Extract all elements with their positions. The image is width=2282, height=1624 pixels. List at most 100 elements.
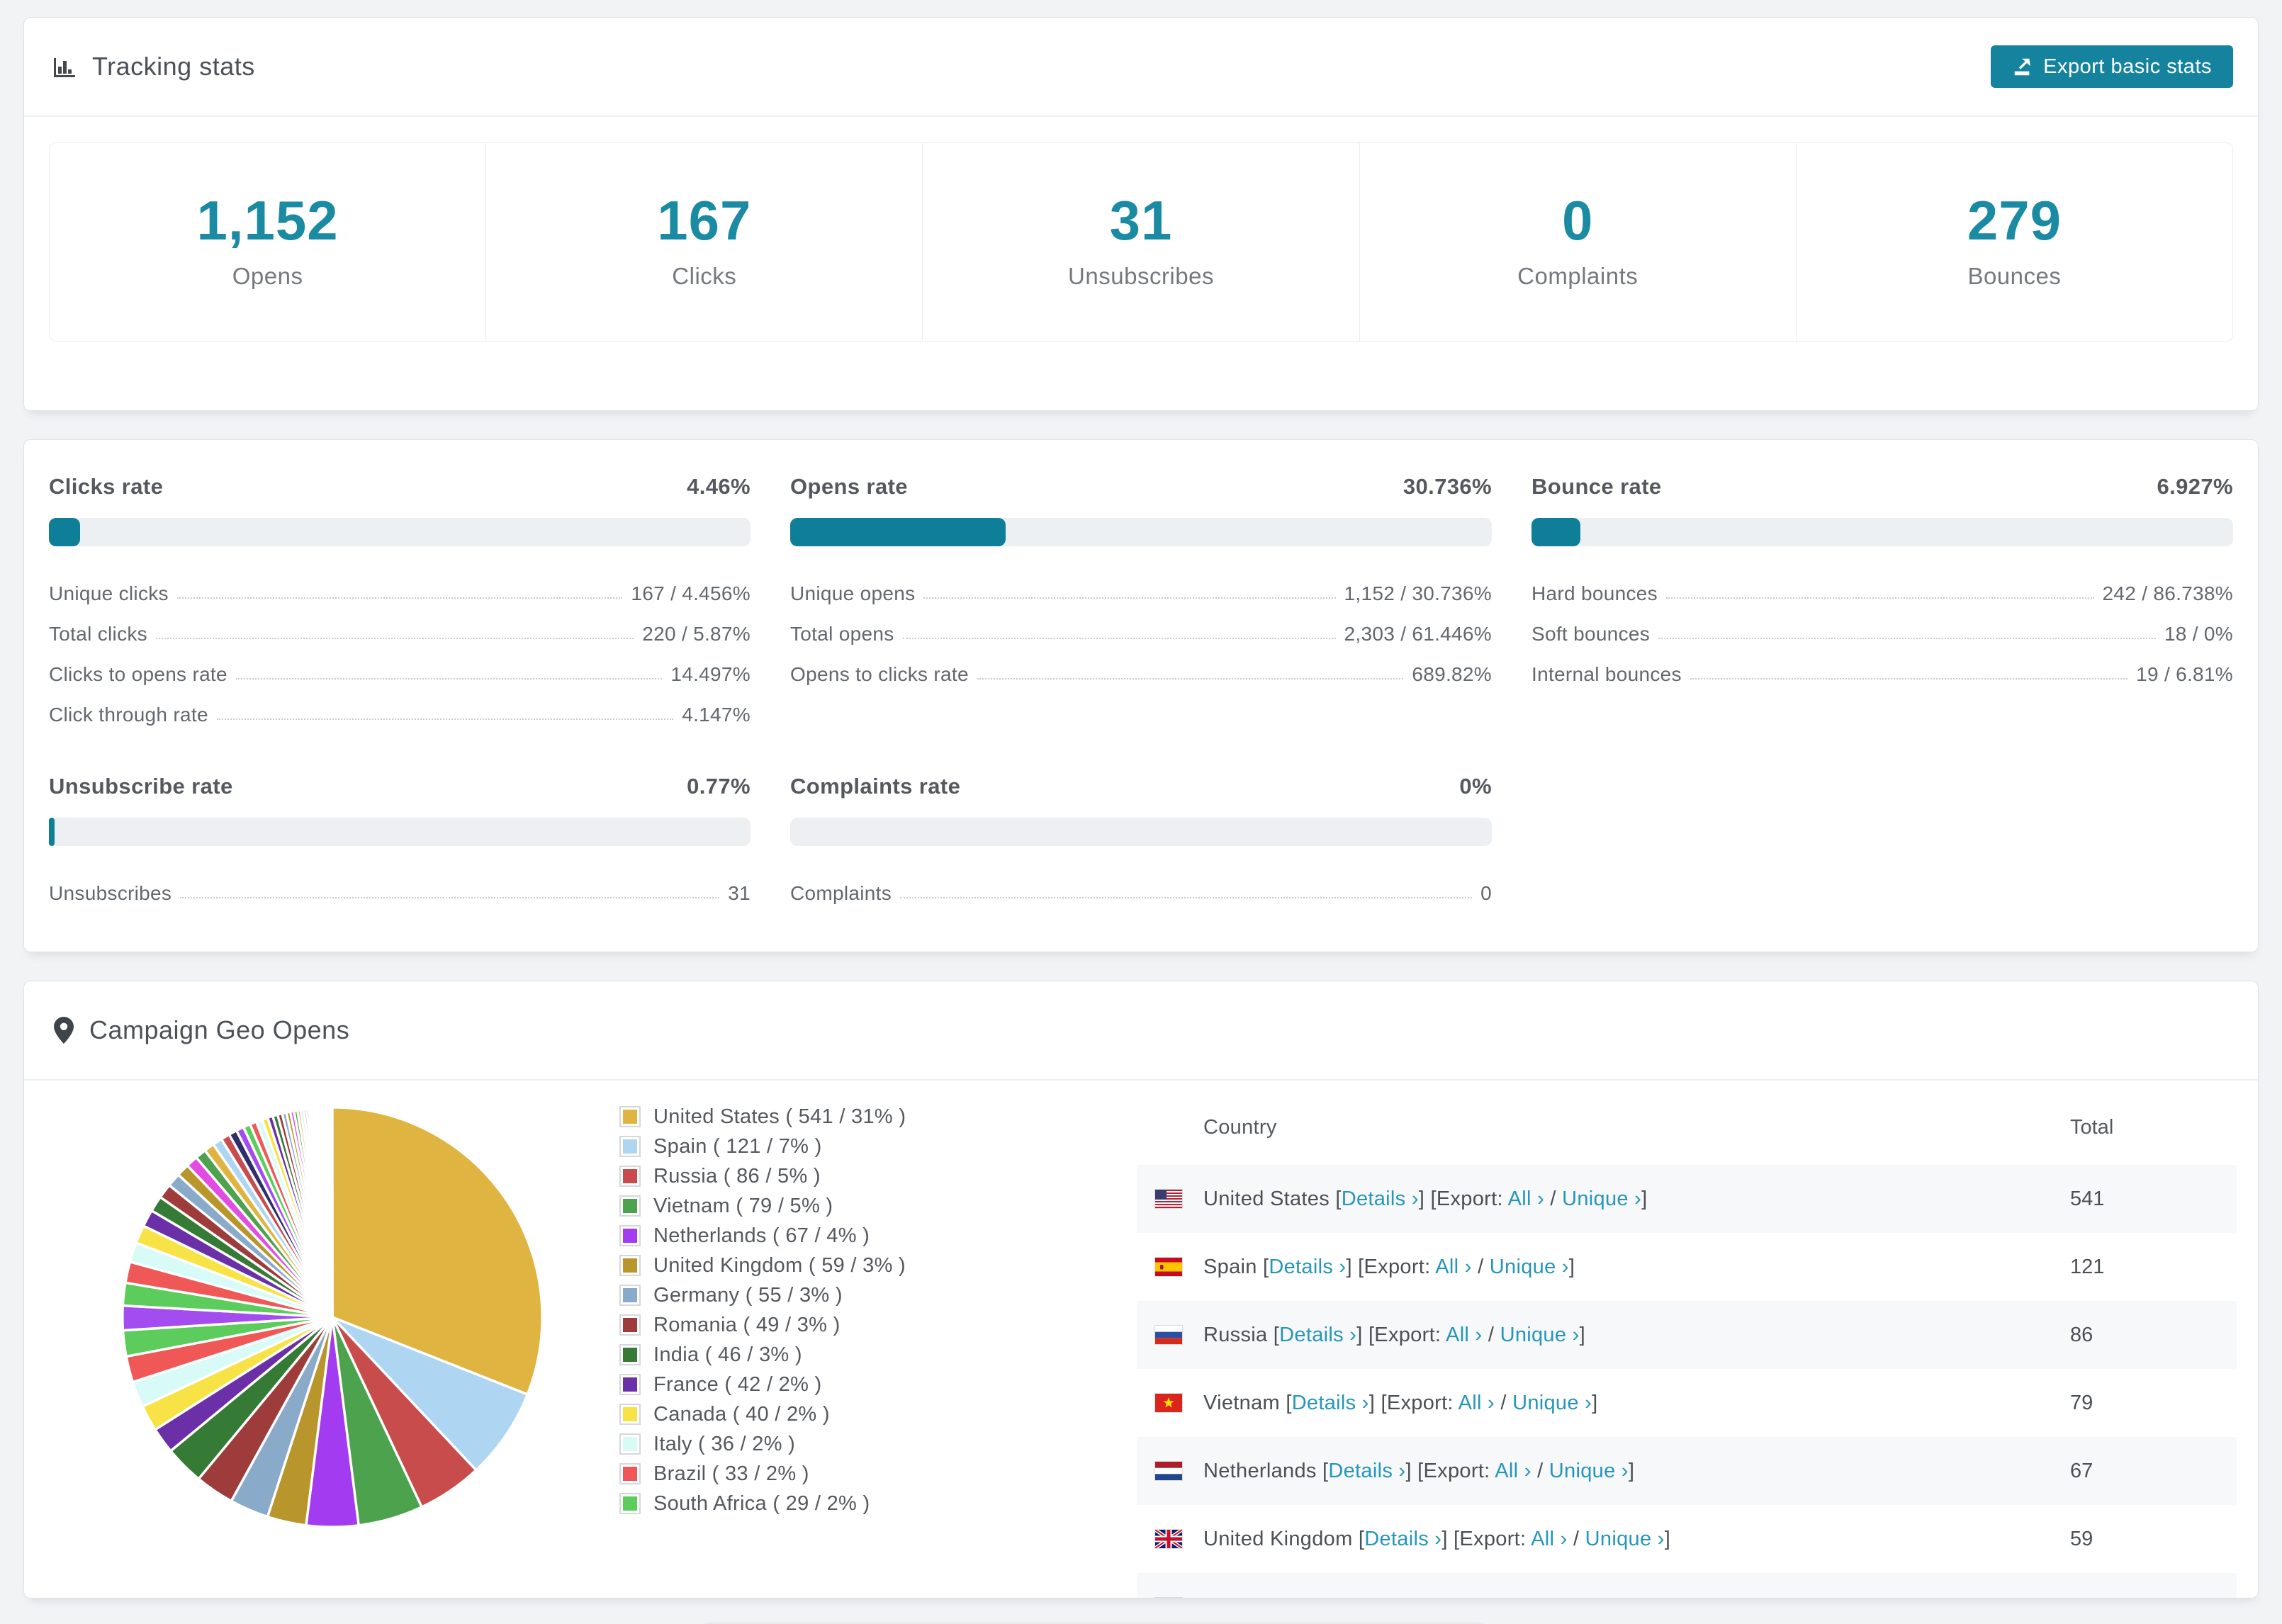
export-all-link-netherlands[interactable]: All › [1495, 1460, 1531, 1482]
legend-item-india: India ( 46 / 3% ) [619, 1340, 1137, 1370]
rate-rows-complaints-rate: Complaints 0 [790, 873, 1492, 913]
legend-label: Vietnam ( 79 / 5% ) [653, 1194, 833, 1217]
rate-progressbar-clicks-rate [49, 518, 751, 546]
rate-progress-fill [790, 518, 1006, 546]
rate-value: 0.77% [687, 774, 751, 799]
country-cell: Vietnam [Details ›] [Export: All › / Uni… [1203, 1391, 1598, 1414]
geo-country-table: Country Total United States [Details ›] … [1137, 1090, 2237, 1598]
total-cell: 86 [2070, 1323, 2093, 1346]
rate-row-value: 1,152 / 30.736% [1344, 582, 1492, 604]
export-button-label: Export basic stats [2043, 55, 2212, 78]
rate-row-value: 220 / 5.87% [642, 622, 751, 645]
legend-label: Canada ( 40 / 2% ) [653, 1402, 830, 1426]
geo-opens-pie-chart [121, 1106, 544, 1528]
export-all-link-russia[interactable]: All › [1446, 1324, 1482, 1346]
stat-box-clicks: 167 Clicks [485, 143, 922, 341]
export-all-link-united-kingdom[interactable]: All › [1531, 1528, 1567, 1550]
rate-row-value: 689.82% [1412, 662, 1492, 685]
rate-row-value: 0 [1480, 881, 1492, 904]
export-unique-link-russia[interactable]: Unique › [1500, 1324, 1580, 1346]
rate-row-label: Unsubscribes [49, 881, 172, 904]
stat-label-complaints: Complaints [1517, 263, 1639, 289]
table-row-united-states: United States [Details ›] [Export: All ›… [1137, 1165, 2237, 1233]
export-all-link-united-states[interactable]: All › [1508, 1188, 1544, 1210]
flag-ru-icon [1155, 1326, 1182, 1344]
dotted-leader [176, 597, 623, 599]
total-cell: 79 [2070, 1391, 2093, 1414]
legend-item-netherlands: Netherlands ( 67 / 4% ) [619, 1221, 1137, 1251]
rate-row-label: Internal bounces [1531, 662, 1682, 685]
rate-row-unique-clicks: Unique clicks 167 / 4.456% [49, 573, 751, 614]
flag-us-icon [1155, 1190, 1182, 1208]
total-cell: 121 [2070, 1255, 2105, 1278]
rate-rows-bounce-rate: Hard bounces 242 / 86.738% Soft bounces 18 … [1531, 573, 2233, 694]
legend-item-italy: Italy ( 36 / 2% ) [619, 1429, 1137, 1459]
rate-block-unsubscribe-rate: Unsubscribe rate 0.77% Unsubscribes 31 [49, 774, 751, 913]
tracking-stats-title-text: Tracking stats [92, 52, 255, 81]
details-link-russia[interactable]: Details › [1279, 1324, 1356, 1346]
details-link-united-states[interactable]: Details › [1342, 1188, 1419, 1210]
rate-block-bounce-rate: Bounce rate 6.927% Hard bounces 242 / 86.73… [1531, 474, 2233, 735]
rate-row-value: 167 / 4.456% [631, 582, 751, 604]
stat-label-opens: Opens [232, 263, 303, 289]
stat-label-clicks: Clicks [672, 263, 737, 289]
dotted-leader [902, 637, 1336, 639]
rate-row-value: 19 / 6.81% [2136, 662, 2233, 685]
dotted-leader [977, 677, 1404, 680]
export-basic-stats-button[interactable]: Export basic stats [1991, 45, 2233, 88]
export-unique-link-united-states[interactable]: Unique › [1562, 1188, 1641, 1210]
dotted-leader [155, 637, 634, 639]
details-link-netherlands[interactable]: Details › [1328, 1460, 1405, 1482]
total-cell: 541 [2070, 1187, 2105, 1210]
table-row-spain: Spain [Details ›] [Export: All › / Uniqu… [1137, 1233, 2237, 1301]
rate-head-unsubscribe-rate: Unsubscribe rate 0.77% [49, 774, 751, 799]
dotted-leader [216, 718, 674, 720]
details-link-united-kingdom[interactable]: Details › [1364, 1528, 1441, 1550]
rate-row-complaints: Complaints 0 [790, 873, 1492, 913]
geo-table-header: Country Total [1137, 1090, 2237, 1165]
rate-progressbar-bounce-rate [1531, 518, 2233, 546]
stat-label-unsubscribes: Unsubscribes [1068, 263, 1214, 289]
stat-box-complaints: 0 Complaints [1359, 143, 1796, 341]
rate-progress-fill [49, 518, 81, 546]
dotted-leader [1665, 597, 2094, 599]
total-cell: 59 [2070, 1527, 2093, 1550]
legend-swatch [619, 1255, 641, 1276]
rate-row-unsubscribes: Unsubscribes 31 [49, 873, 751, 913]
export-all-link-spain[interactable]: All › [1435, 1256, 1471, 1278]
details-link-vietnam[interactable]: Details › [1292, 1392, 1369, 1414]
rate-rows-clicks-rate: Unique clicks 167 / 4.456% Total clicks 220… [49, 573, 751, 735]
stat-label-bounces: Bounces [1967, 263, 2062, 289]
legend-swatch [619, 1463, 641, 1484]
rate-progress-fill [1531, 518, 1580, 546]
legend-label: Brazil ( 33 / 2% ) [653, 1462, 809, 1485]
rate-progressbar-opens-rate [790, 518, 1492, 546]
stat-value-clicks: 167 [657, 189, 752, 252]
rate-head-complaints-rate: Complaints rate 0% [790, 774, 1492, 799]
legend-item-romania: Romania ( 49 / 3% ) [619, 1310, 1137, 1340]
legend-label: Spain ( 121 / 7% ) [653, 1134, 822, 1158]
table-row-vietnam: Vietnam [Details ›] [Export: All › / Uni… [1137, 1369, 2237, 1437]
export-unique-link-netherlands[interactable]: Unique › [1549, 1460, 1629, 1482]
dotted-leader [1690, 677, 2128, 680]
rate-row-label: Unique clicks [49, 582, 169, 604]
rate-row-label: Total clicks [49, 622, 147, 645]
legend-label: United States ( 541 / 31% ) [653, 1105, 906, 1128]
flag-vn-icon [1155, 1394, 1182, 1412]
rate-rows-unsubscribe-rate: Unsubscribes 31 [49, 873, 751, 913]
summary-stats-row: 1,152 Opens 167 Clicks 31 Unsubscribes 0 Compla… [49, 142, 2233, 342]
legend-swatch [619, 1404, 641, 1425]
legend-item-france: France ( 42 / 2% ) [619, 1370, 1137, 1399]
rate-progressbar-complaints-rate [790, 818, 1492, 846]
legend-swatch [619, 1433, 641, 1455]
export-unique-link-spain[interactable]: Unique › [1490, 1256, 1569, 1278]
country-cell: Netherlands [Details ›] [Export: All › /… [1203, 1459, 1635, 1482]
legend-label: Italy ( 36 / 2% ) [653, 1432, 796, 1455]
export-all-link-vietnam[interactable]: All › [1458, 1392, 1495, 1414]
details-link-spain[interactable]: Details › [1269, 1256, 1346, 1278]
rate-progressbar-unsubscribe-rate [49, 818, 751, 846]
rate-head-clicks-rate: Clicks rate 4.46% [49, 474, 751, 500]
export-unique-link-vietnam[interactable]: Unique › [1512, 1392, 1592, 1414]
bar-chart-icon [54, 58, 75, 77]
export-unique-link-united-kingdom[interactable]: Unique › [1585, 1528, 1665, 1550]
